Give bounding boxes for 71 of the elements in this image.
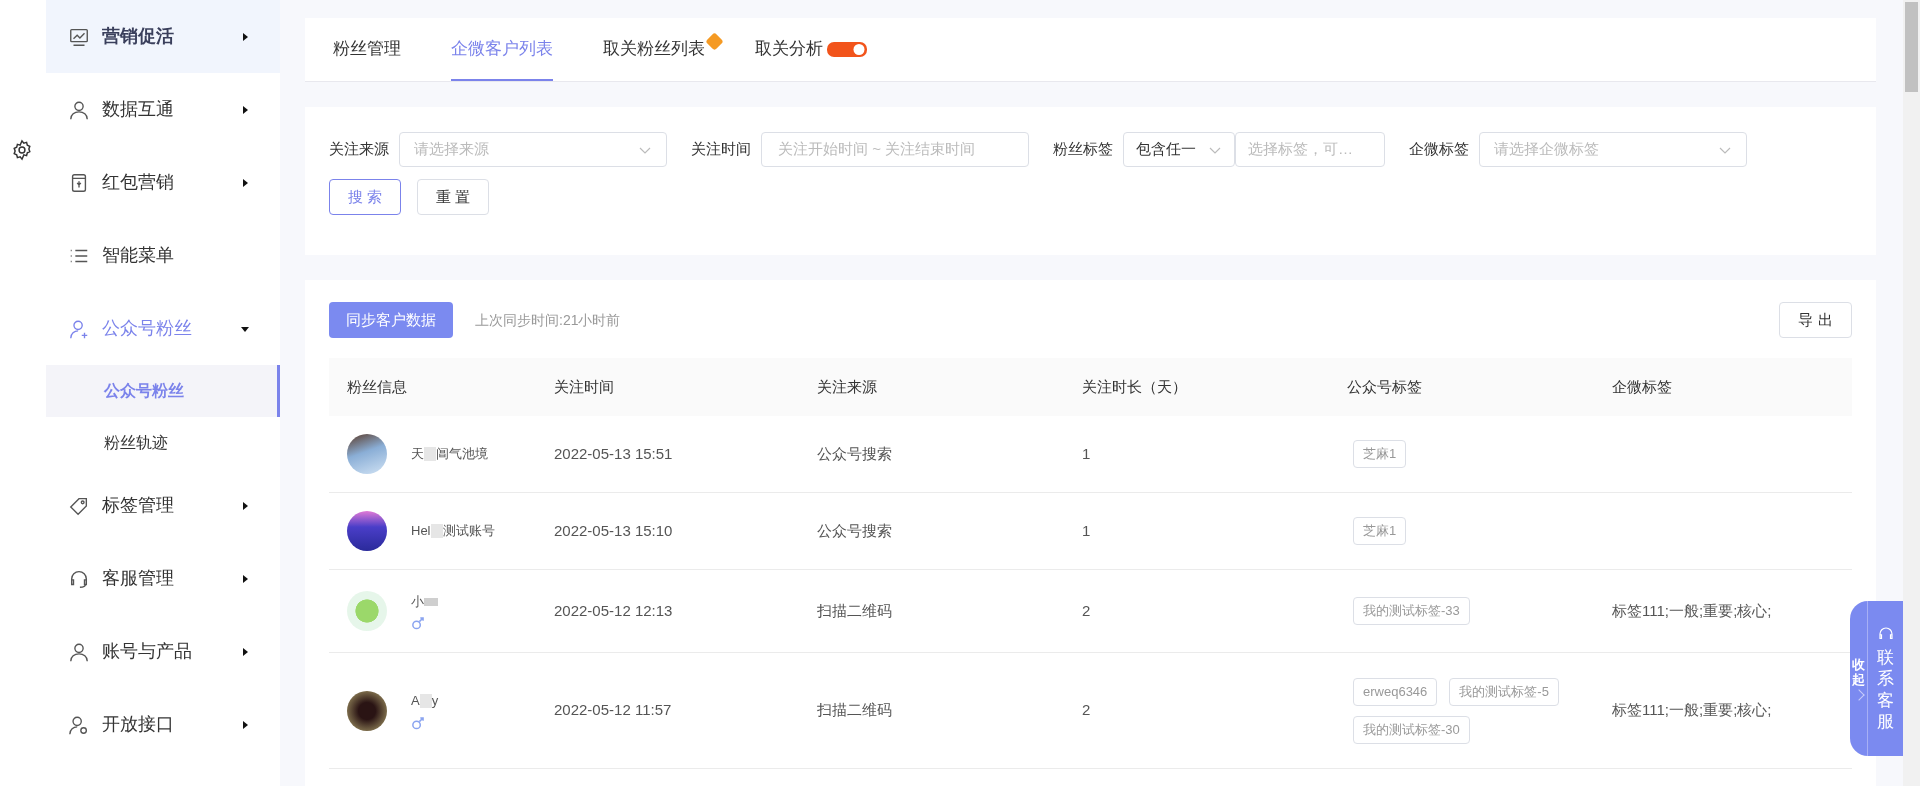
fan-name: 阊气池境: [436, 445, 488, 464]
filter-label: 关注时间: [691, 139, 751, 160]
tab[interactable]: 取关粉丝列表: [603, 18, 705, 81]
blurred-text-block: [424, 597, 438, 606]
follow-time: 2022-05-12 12:13: [554, 600, 673, 621]
scrollbar[interactable]: [1903, 0, 1920, 786]
caret-icon: [240, 573, 250, 584]
fan-name: y: [431, 692, 439, 711]
filter-label: 粉丝标签: [1053, 139, 1113, 160]
tag: 我的测试标签-5: [1449, 677, 1559, 706]
follow-time: 2022-05-13 15:10: [554, 520, 673, 541]
fan-name: A: [411, 692, 420, 711]
caret-icon: [240, 646, 250, 657]
sidebar-subitem[interactable]: 粉丝轨迹: [46, 417, 280, 469]
avatar: [347, 591, 387, 631]
filter-label: 企微标签: [1409, 139, 1469, 160]
caret-icon: [240, 719, 250, 730]
follow-time: 2022-05-13 15:51: [554, 443, 673, 464]
caret-icon: [240, 500, 250, 511]
column-header: 粉丝信息: [329, 358, 536, 416]
sidebar-item[interactable]: 标签管理: [46, 469, 280, 542]
tab[interactable]: 粉丝管理: [333, 18, 401, 81]
blurred-text-block: [424, 447, 436, 461]
avatar: [347, 690, 387, 731]
sidebar-item[interactable]: 红包营销: [46, 146, 280, 219]
column-header: 关注时长（天）: [1064, 358, 1329, 416]
avatar: [347, 511, 387, 551]
match-select[interactable]: 包含任一: [1123, 132, 1235, 167]
fan-name: 天: [411, 445, 424, 464]
caret-icon: [240, 177, 250, 188]
follow-days: 2: [1082, 699, 1091, 722]
tab[interactable]: 取关分析: [755, 18, 823, 81]
column-header: 关注来源: [799, 358, 1064, 416]
wecom-tags: 标签111;一般;重要;核心;: [1612, 699, 1772, 722]
tag: 芝麻1: [1353, 440, 1407, 468]
follow-source: 扫描二维码: [817, 600, 892, 621]
caret-icon: [240, 31, 250, 42]
avatar: [347, 434, 387, 474]
wecom-tags: 标签111;一般;重要;核心;: [1612, 599, 1772, 623]
fan-name: Hel: [411, 522, 431, 541]
column-header: 公众号标签: [1329, 358, 1594, 416]
filter-label: 关注来源: [329, 139, 389, 160]
sidebar-item[interactable]: 开放接口: [46, 688, 280, 761]
follow-source: 公众号搜索: [817, 443, 892, 464]
sync-info: 上次同步时间:21小时前: [475, 310, 621, 330]
blurred-text-block: [419, 694, 432, 708]
tag: 芝麻1: [1353, 517, 1407, 545]
sidebar-item[interactable]: 智能菜单: [46, 219, 280, 292]
follow-source: 扫描二维码: [817, 700, 892, 721]
follow-days: 1: [1082, 519, 1091, 543]
reset-button[interactable]: 重 置: [417, 179, 489, 215]
fan-name: 小: [411, 592, 424, 611]
sidebar-item[interactable]: 客服管理: [46, 542, 280, 615]
sidebar-item[interactable]: 营销促活: [46, 0, 280, 73]
sidebar-item[interactable]: 数据互通: [46, 73, 280, 146]
column-header: 关注时间: [536, 358, 799, 416]
follow-days: 2: [1082, 599, 1091, 623]
column-header: 企微标签: [1594, 358, 1852, 416]
blurred-text-block: [430, 524, 443, 538]
caret-icon: [240, 104, 250, 115]
tag: 我的测试标签-30: [1353, 715, 1470, 744]
tag: 我的测试标签-33: [1353, 597, 1470, 625]
export-button[interactable]: 导 出: [1779, 302, 1852, 338]
tag: erweq6346: [1353, 677, 1438, 706]
follow-time: 2022-05-12 11:57: [554, 700, 672, 721]
sidebar-item[interactable]: 账号与产品: [46, 615, 280, 688]
follow-days: 1: [1082, 442, 1091, 466]
fan-name: 测试账号: [442, 522, 495, 541]
settings-icon[interactable]: [11, 139, 33, 161]
search-button[interactable]: 搜 索: [329, 179, 401, 215]
follow-source: 公众号搜索: [817, 520, 892, 541]
